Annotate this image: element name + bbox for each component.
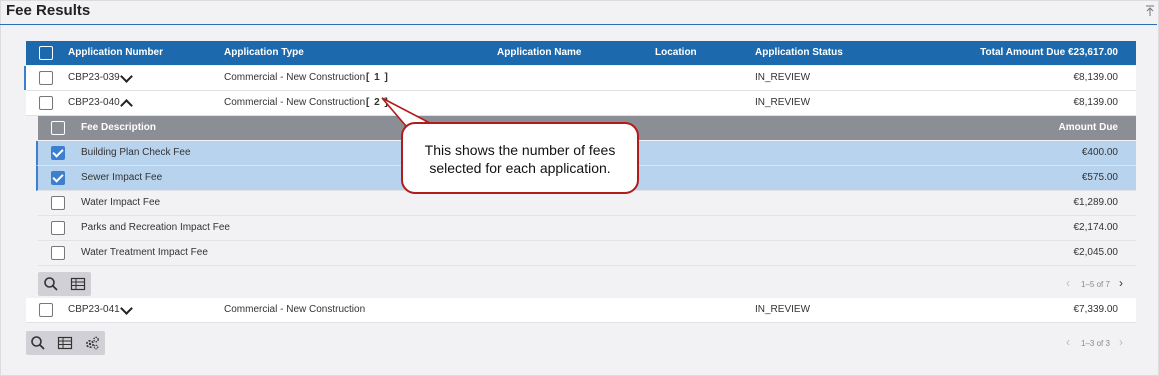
fee-row[interactable]: Parks and Recreation Impact Fee €2,174.0… (38, 216, 1136, 241)
prev-page-icon[interactable]: ‹ (1066, 335, 1070, 349)
row-checkbox[interactable] (39, 96, 53, 110)
application-number: CBP23-041 (68, 304, 120, 315)
fee-amount: €400.00 (1081, 147, 1118, 158)
selected-fee-count: [ 1 ] (366, 72, 389, 83)
settings-icon[interactable] (84, 335, 100, 351)
next-page-icon[interactable]: › (1119, 276, 1123, 290)
search-icon[interactable] (30, 335, 46, 351)
column-fee-description[interactable]: Fee Description (81, 116, 156, 140)
application-type: Commercial - New Construction (224, 72, 366, 83)
fee-description: Water Treatment Impact Fee (81, 247, 208, 258)
row-checkbox[interactable] (39, 303, 53, 317)
column-total-amount-due[interactable]: Total Amount Due €23,617.00 (980, 41, 1118, 65)
prev-page-icon[interactable]: ‹ (1066, 276, 1070, 290)
fee-description: Water Impact Fee (81, 197, 161, 208)
application-type: Commercial - New Construction (224, 304, 366, 315)
applications-toolbar (26, 331, 105, 355)
title-divider (0, 24, 1157, 25)
column-amount-due[interactable]: Amount Due (1059, 116, 1118, 140)
column-application-type[interactable]: Application Type (224, 41, 304, 65)
table-icon[interactable] (70, 276, 86, 292)
fee-row[interactable]: Water Impact Fee €1,289.00 (38, 191, 1136, 216)
collapse-top-icon[interactable] (1145, 5, 1155, 17)
applications-table-header: Application Number Application Type Appl… (26, 41, 1136, 65)
application-number: CBP23-039 (68, 72, 120, 83)
fee-checkbox[interactable] (51, 196, 65, 210)
table-row[interactable]: CBP23-041 Commercial - New Construction … (26, 298, 1136, 323)
fee-amount: €2,045.00 (1073, 247, 1119, 258)
amount-due: €8,139.00 (1073, 72, 1119, 83)
next-page-icon[interactable]: › (1119, 335, 1123, 349)
column-application-number[interactable]: Application Number (68, 41, 163, 65)
fee-checkbox[interactable] (51, 171, 65, 185)
application-status: IN_REVIEW (755, 72, 811, 83)
application-number: CBP23-040 (68, 97, 120, 108)
search-icon[interactable] (43, 276, 59, 292)
fee-checkbox[interactable] (51, 221, 65, 235)
applications-pagination-label: 1–3 of 3 (1081, 339, 1110, 348)
table-row[interactable]: CBP23-039 Commercial - New Construction … (26, 66, 1136, 91)
fee-amount: €2,174.00 (1073, 222, 1119, 233)
fees-toolbar (38, 272, 91, 296)
fee-description: Sewer Impact Fee (81, 172, 163, 183)
fee-checkbox[interactable] (51, 246, 65, 260)
table-icon[interactable] (57, 335, 73, 351)
fee-row[interactable]: Water Treatment Impact Fee €2,045.00 (38, 241, 1136, 266)
column-application-name[interactable]: Application Name (497, 41, 581, 65)
application-type: Commercial - New Construction (224, 97, 366, 108)
fee-description: Parks and Recreation Impact Fee (81, 222, 230, 233)
application-status: IN_REVIEW (755, 97, 811, 108)
fee-checkbox[interactable] (51, 146, 65, 160)
fee-amount: €575.00 (1081, 172, 1118, 183)
panel-title: Fee Results (6, 2, 91, 19)
select-all-checkbox[interactable] (39, 46, 53, 60)
fee-amount: €1,289.00 (1073, 197, 1119, 208)
row-checkbox[interactable] (39, 71, 53, 85)
fee-description: Building Plan Check Fee (81, 147, 191, 158)
application-status: IN_REVIEW (755, 304, 811, 315)
fees-pagination-label: 1–5 of 7 (1081, 280, 1110, 289)
chevron-down-icon[interactable] (120, 70, 133, 83)
callout-annotation: This shows the number of fees selected f… (401, 122, 639, 194)
amount-due: €8,139.00 (1073, 97, 1119, 108)
column-location[interactable]: Location (655, 41, 697, 65)
amount-due: €7,339.00 (1073, 304, 1119, 315)
select-all-fees-checkbox[interactable] (51, 121, 65, 135)
table-row[interactable]: CBP23-040 Commercial - New Construction … (26, 91, 1136, 116)
chevron-down-icon[interactable] (120, 302, 133, 315)
column-application-status[interactable]: Application Status (755, 41, 843, 65)
chevron-up-icon[interactable] (120, 99, 133, 112)
